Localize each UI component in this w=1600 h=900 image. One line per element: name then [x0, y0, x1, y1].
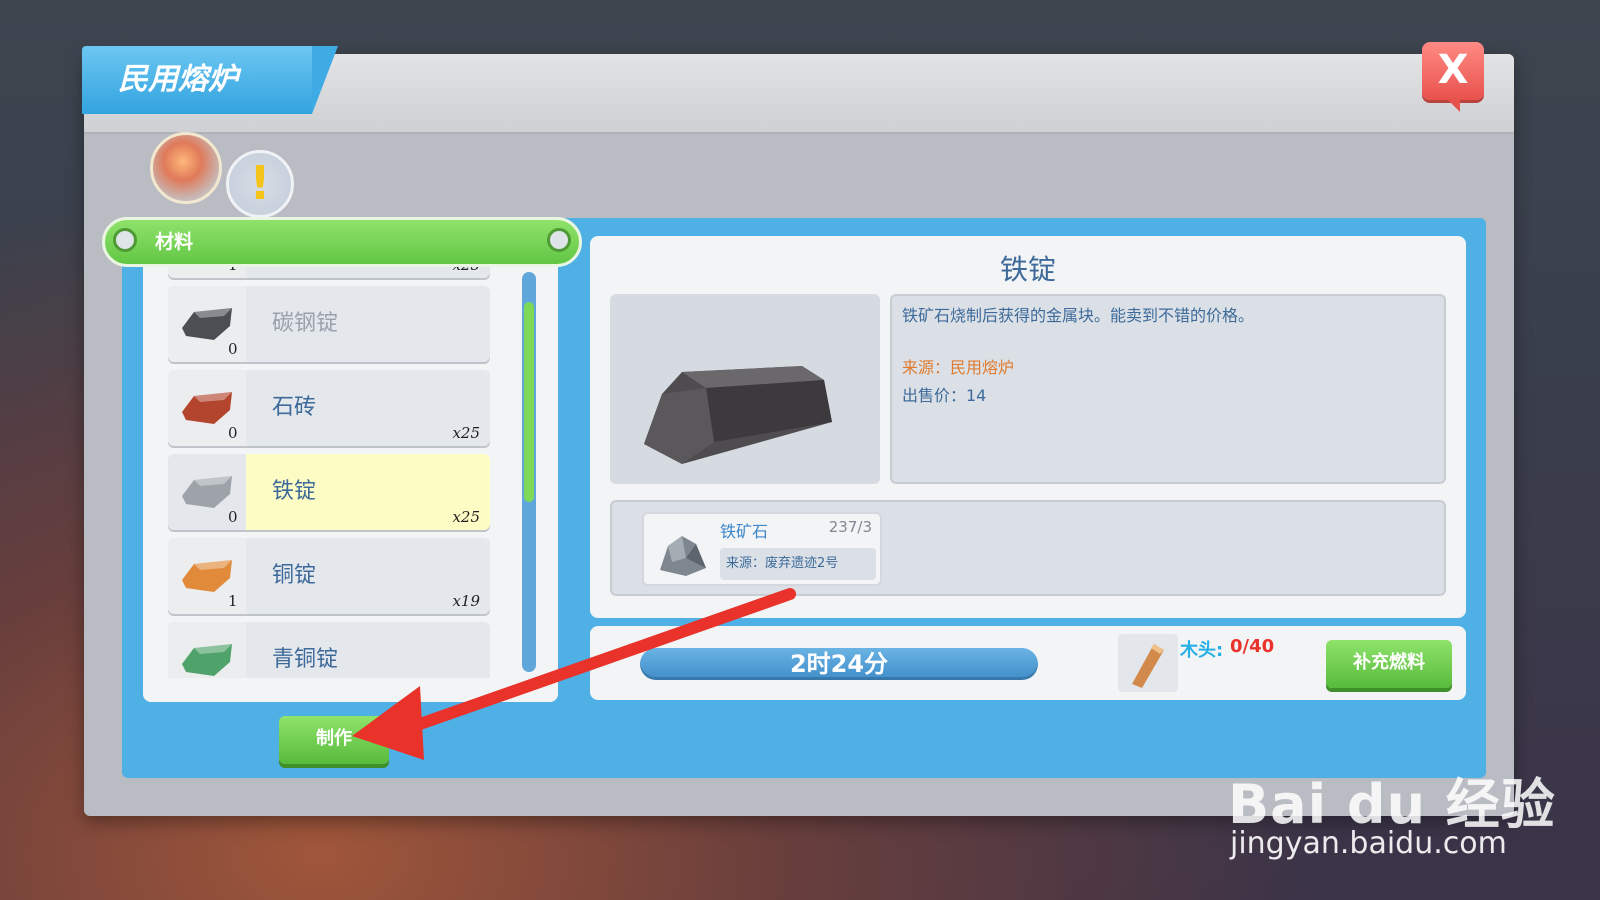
furnace-tab-icon[interactable] — [150, 132, 222, 204]
baidu-watermark-url: jingyan.baidu.com — [1230, 826, 1507, 861]
item-name: 铁锭 — [272, 479, 317, 504]
list-scrollbar[interactable] — [522, 272, 536, 672]
item-list[interactable]: 1x250碳钢锭0石砖x250铁锭x251铜锭x19青铜锭 — [160, 258, 506, 678]
category-left-dot — [113, 228, 137, 252]
item-thumb: 1 — [168, 538, 246, 614]
stone-brick-icon — [182, 392, 232, 424]
info-tab-icon[interactable]: ! — [226, 150, 294, 218]
bronze-ingot-icon — [182, 644, 232, 676]
copper-ingot-icon — [182, 560, 232, 592]
burn-timer: 2时24分 — [640, 648, 1038, 680]
iron-ore-icon — [660, 536, 706, 576]
list-item[interactable]: 0 铁锭 x25 — [168, 454, 490, 530]
window-title: 民用熔炉 — [82, 46, 338, 114]
requirement-count: 237/3 — [828, 518, 872, 536]
iron-ingot-preview-icon — [644, 366, 832, 464]
item-count: 0 — [228, 424, 238, 442]
requirement-name: 铁矿石 — [720, 522, 769, 541]
item-name: 铜锭 — [272, 563, 317, 588]
carbon-steel-ingot-icon — [182, 308, 232, 340]
item-name: 青铜锭 — [272, 647, 339, 672]
requirement-source: 来源：废弃遗迹2号 — [720, 548, 876, 580]
item-stack-size: x25 — [452, 424, 480, 442]
fuel-value: 0/40 — [1230, 636, 1275, 657]
item-source: 来源：民用熔炉 — [902, 358, 1015, 377]
item-thumb: 0 — [168, 454, 246, 530]
item-name: 石砖 — [272, 395, 317, 420]
iron-ingot-icon — [182, 476, 232, 508]
description-panel: 铁矿石烧制后获得的金属块。能卖到不错的价格。 来源：民用熔炉 出售价：14 — [890, 294, 1446, 484]
item-thumb — [168, 622, 246, 678]
item-preview — [610, 294, 880, 484]
list-item[interactable]: 1 铜锭 x19 — [168, 538, 490, 614]
item-count: 0 — [228, 508, 238, 526]
detail-title: 铁锭 — [999, 253, 1056, 286]
item-stack-size: x19 — [452, 592, 480, 610]
category-bar[interactable]: 材料 — [102, 217, 582, 267]
fuel-label: 木头: — [1180, 640, 1224, 661]
list-item[interactable]: 0 石砖 x25 — [168, 370, 490, 446]
item-thumb: 0 — [168, 286, 246, 362]
category-label: 材料 — [155, 231, 194, 253]
item-stack-size: x25 — [452, 508, 480, 526]
category-right-dot — [547, 228, 571, 252]
title-bar: 民用熔炉 — [82, 46, 1514, 134]
item-description: 铁矿石烧制后获得的金属块。能卖到不错的价格。 — [902, 306, 1255, 325]
item-name: 碳钢锭 — [272, 311, 339, 336]
scrollbar-thumb[interactable] — [524, 302, 534, 502]
wood-log-icon — [1132, 644, 1164, 688]
item-price: 出售价：14 — [902, 386, 987, 405]
list-item[interactable]: 青铜锭 — [168, 622, 490, 678]
list-item[interactable]: 0 碳钢锭 — [168, 286, 490, 362]
close-button[interactable]: X — [1422, 42, 1484, 112]
requirement-card[interactable]: 铁矿石 237/3 来源：废弃遗迹2号 — [642, 512, 882, 586]
make-button[interactable]: 制作 — [279, 716, 389, 764]
refill-fuel-button[interactable]: 补充燃料 — [1326, 640, 1452, 688]
item-count: 0 — [228, 340, 238, 358]
wood-icon — [1118, 634, 1178, 692]
item-count: 1 — [228, 592, 238, 610]
item-thumb: 0 — [168, 370, 246, 446]
